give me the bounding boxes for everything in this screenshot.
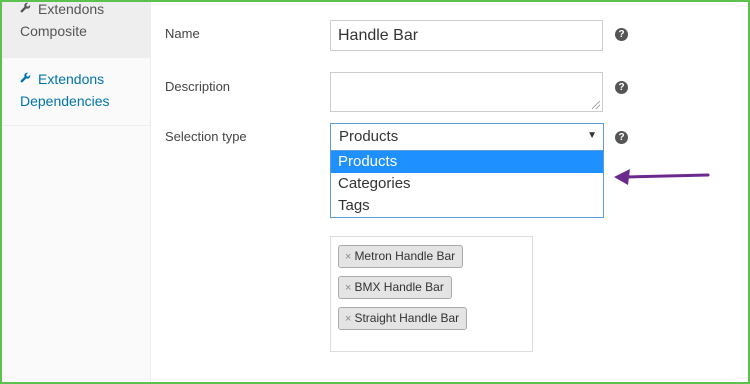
sidebar-item-extendons-dependencies[interactable]: Extendons Dependencies xyxy=(2,2,150,126)
name-label: Name xyxy=(165,26,200,41)
remove-icon[interactable]: × xyxy=(345,282,351,294)
tag-label: Metron Handle Bar xyxy=(354,249,456,263)
remove-icon[interactable]: × xyxy=(345,313,351,325)
description-textarea[interactable] xyxy=(330,72,603,112)
selected-tag: × BMX Handle Bar xyxy=(338,276,452,299)
caret-down-icon: ▼ xyxy=(587,130,597,141)
option-tags[interactable]: Tags xyxy=(331,195,603,217)
option-categories[interactable]: Categories xyxy=(331,173,603,195)
sidebar-item-label: Dependencies xyxy=(20,93,110,109)
remove-icon[interactable]: × xyxy=(345,251,351,263)
option-products[interactable]: Products xyxy=(331,151,603,173)
tag-label: BMX Handle Bar xyxy=(354,280,444,294)
name-input[interactable] xyxy=(330,20,603,51)
help-icon[interactable]: ? xyxy=(615,28,628,41)
help-icon[interactable]: ? xyxy=(615,131,628,144)
screenshot-frame: Extendons Composite Extendons Dependenci… xyxy=(0,0,750,384)
selected-tag: × Straight Handle Bar xyxy=(338,307,468,330)
selection-type-dropdown: Products Categories Tags xyxy=(330,151,604,218)
selected-items-box[interactable]: × Metron Handle Bar × BMX Handle Bar × Stra… xyxy=(330,236,533,352)
resize-handle-icon[interactable] xyxy=(592,101,600,109)
selection-type-label: Selection type xyxy=(165,129,247,144)
tag-label: Straight Handle Bar xyxy=(354,311,460,325)
selection-type-select[interactable]: Products ▼ xyxy=(330,123,604,151)
sidebar-item-label: Extendons xyxy=(38,71,105,87)
annotation-arrow-icon xyxy=(614,169,710,185)
sidebar: Extendons Composite Extendons Dependenci… xyxy=(2,2,151,382)
selected-value: Products xyxy=(339,128,399,145)
help-icon[interactable]: ? xyxy=(615,81,628,94)
wrench-icon xyxy=(20,68,38,90)
selected-tag: × Metron Handle Bar xyxy=(338,245,464,268)
description-label: Description xyxy=(165,79,231,94)
